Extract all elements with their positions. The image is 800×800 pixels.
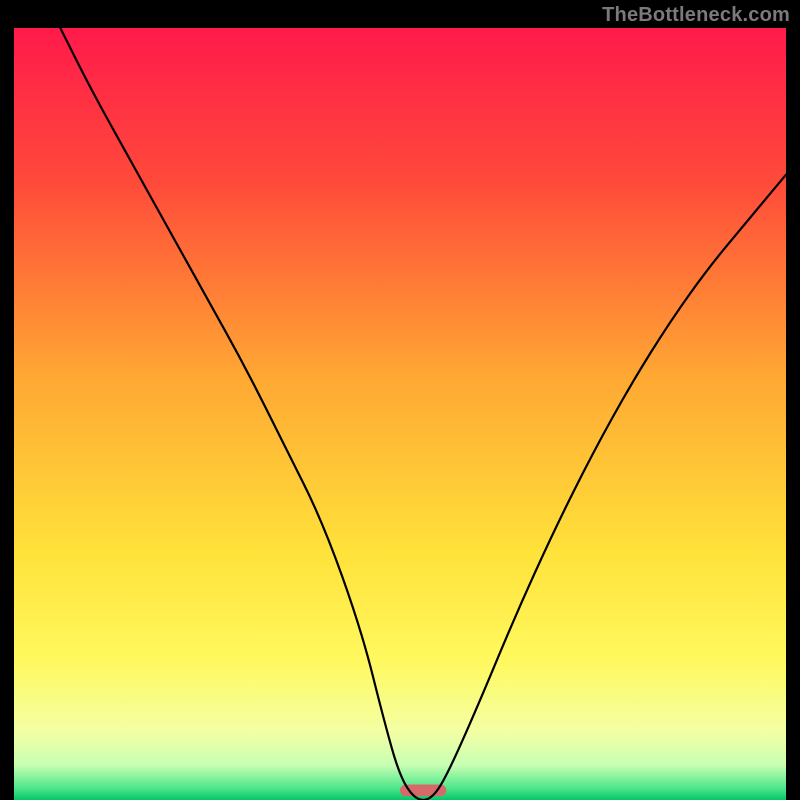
plot-svg	[14, 28, 786, 800]
attribution-text: TheBottleneck.com	[602, 4, 790, 27]
plot-area	[14, 28, 786, 800]
gradient-background	[14, 28, 786, 800]
chart-frame: TheBottleneck.com	[0, 0, 800, 800]
